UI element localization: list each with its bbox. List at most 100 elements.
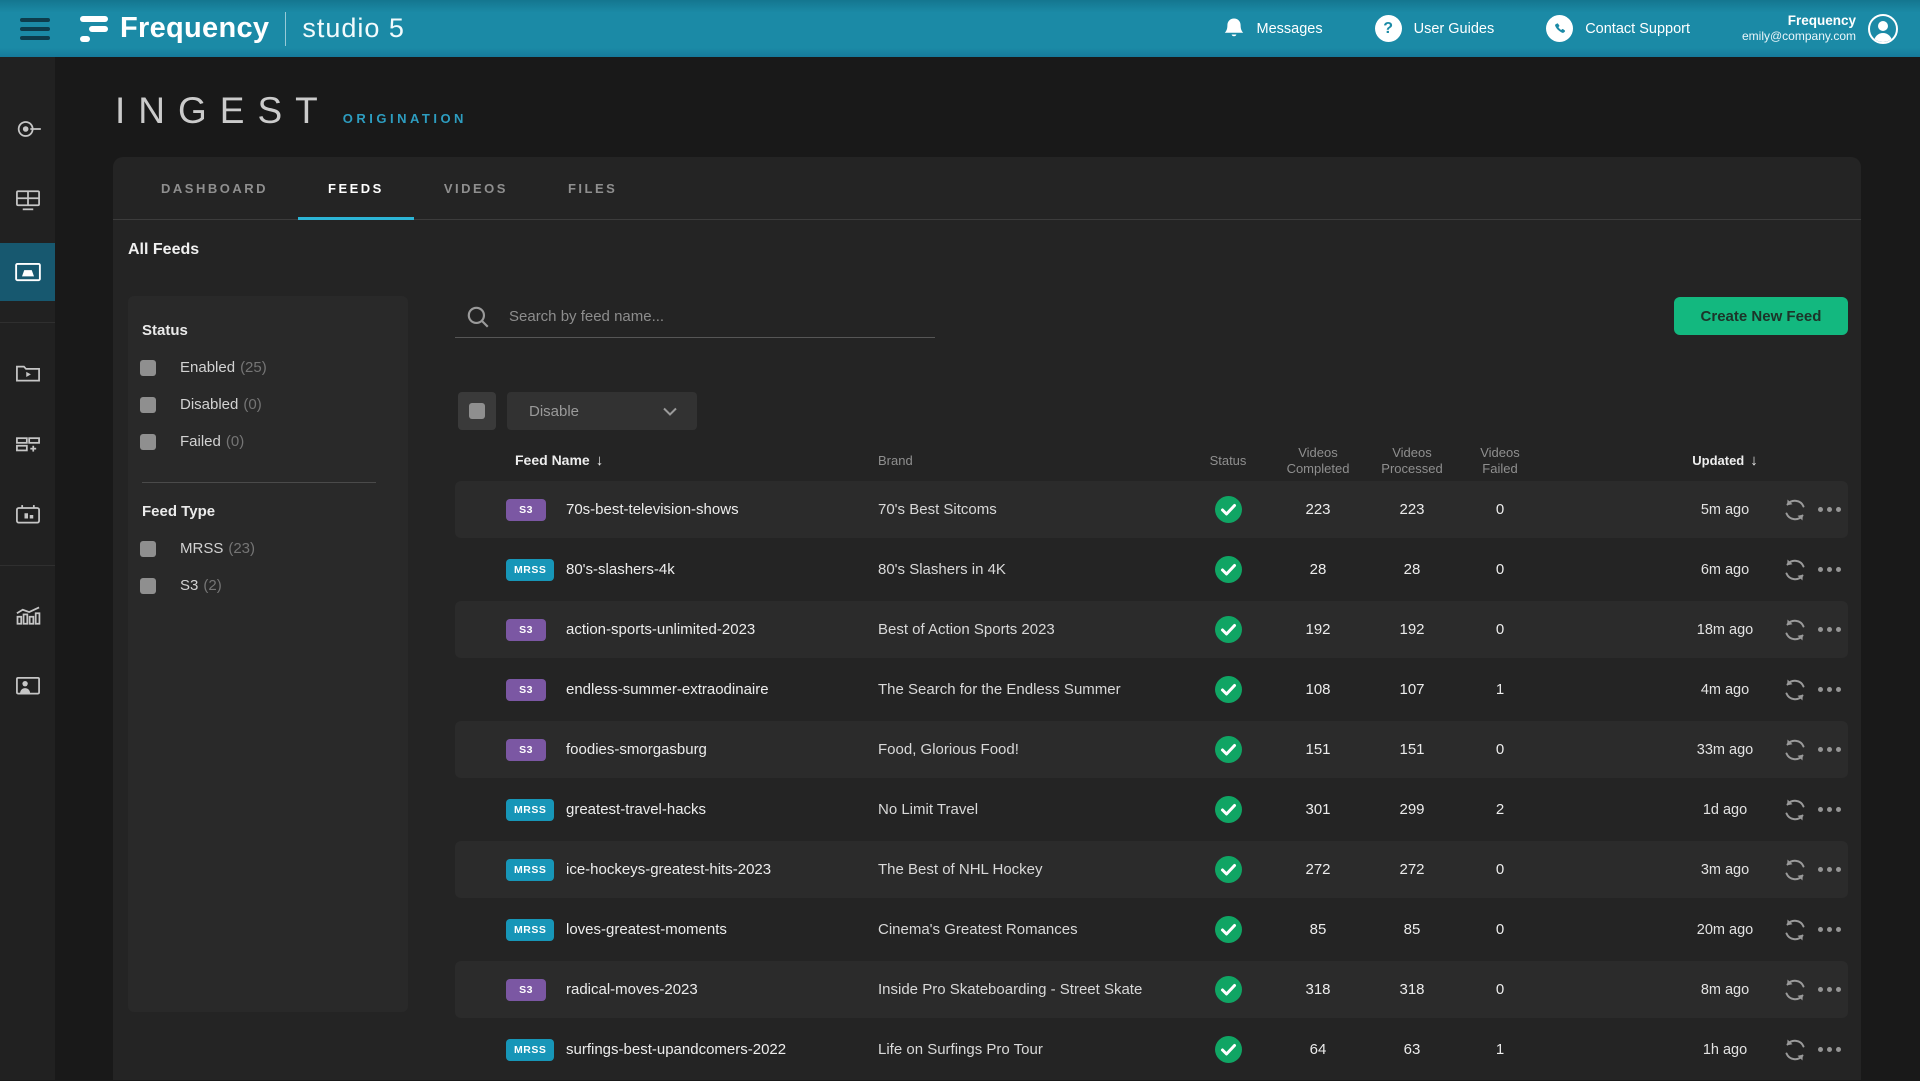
sidebar-item-video-library[interactable] — [0, 344, 55, 402]
feed-name[interactable]: ice-hockeys-greatest-hits-2023 — [566, 861, 878, 878]
sidebar-item-analytics[interactable] — [0, 586, 55, 644]
table-row[interactable]: S3 endless-summer-extraodinaire The Sear… — [455, 661, 1848, 718]
column-header-brand[interactable]: Brand — [878, 453, 1188, 468]
filter-label: Disabled — [180, 396, 238, 413]
contact-support-button[interactable]: Contact Support — [1546, 15, 1690, 42]
column-header-videos-processed[interactable]: VideosProcessed — [1368, 445, 1456, 477]
refresh-feed-button[interactable] — [1780, 555, 1810, 585]
messages-button[interactable]: Messages — [1223, 17, 1323, 41]
refresh-feed-button[interactable] — [1780, 795, 1810, 825]
ellipsis-icon — [1818, 747, 1841, 752]
user-guides-label: User Guides — [1414, 21, 1495, 37]
column-header-videos-failed[interactable]: VideosFailed — [1456, 445, 1544, 477]
sidebar-item-multiview[interactable] — [0, 171, 55, 229]
filter-label: Failed — [180, 433, 221, 450]
checkbox-icon[interactable] — [140, 541, 156, 557]
sidebar-item-ingest[interactable] — [0, 243, 55, 301]
updated-value: 1d ago — [1670, 802, 1780, 818]
bulk-action-dropdown[interactable]: Disable — [507, 392, 697, 430]
filter-label: Enabled — [180, 359, 235, 376]
row-menu-button[interactable] — [1810, 687, 1848, 692]
row-menu-button[interactable] — [1810, 567, 1848, 572]
select-all-checkbox[interactable] — [458, 392, 496, 430]
checkbox-icon[interactable] — [140, 360, 156, 376]
row-menu-button[interactable] — [1810, 927, 1848, 932]
refresh-feed-button[interactable] — [1780, 1035, 1810, 1065]
search-bar[interactable] — [455, 296, 935, 338]
refresh-feed-button[interactable] — [1780, 975, 1810, 1005]
ellipsis-icon — [1818, 867, 1841, 872]
row-menu-button[interactable] — [1810, 747, 1848, 752]
row-menu-button[interactable] — [1810, 807, 1848, 812]
filter-option-failed[interactable]: Failed(0) — [140, 423, 396, 460]
sidebar-item-discover[interactable] — [0, 100, 55, 158]
filter-count: (0) — [243, 396, 261, 413]
row-menu-button[interactable] — [1810, 507, 1848, 512]
status-enabled-icon — [1214, 915, 1243, 944]
tab-feeds[interactable]: FEEDS — [298, 157, 414, 219]
sort-desc-icon: ↓ — [596, 452, 604, 469]
table-row[interactable]: MRSS greatest-travel-hacks No Limit Trav… — [455, 781, 1848, 838]
table-row[interactable]: S3 action-sports-unlimited-2023 Best of … — [455, 601, 1848, 658]
feed-name[interactable]: 80's-slashers-4k — [566, 561, 878, 578]
table-row[interactable]: S3 radical-moves-2023 Inside Pro Skatebo… — [455, 961, 1848, 1018]
refresh-feed-button[interactable] — [1780, 495, 1810, 525]
row-menu-button[interactable] — [1810, 1047, 1848, 1052]
feed-name[interactable]: greatest-travel-hacks — [566, 801, 878, 818]
table-row[interactable]: S3 foodies-smorgasburg Food, Glorious Fo… — [455, 721, 1848, 778]
column-header-updated[interactable]: Updated↓ — [1670, 452, 1780, 469]
feed-name[interactable]: radical-moves-2023 — [566, 981, 878, 998]
tab-files[interactable]: FILES — [538, 157, 647, 219]
page-subtitle: ORIGINATION — [343, 111, 467, 126]
table-row[interactable]: MRSS loves-greatest-moments Cinema's Gre… — [455, 901, 1848, 958]
table-row[interactable]: MRSS 80's-slashers-4k 80's Slashers in 4… — [455, 541, 1848, 598]
avatar-icon[interactable] — [1868, 14, 1898, 44]
sidebar-item-collections[interactable] — [0, 415, 55, 473]
videos-failed-value: 0 — [1456, 741, 1544, 758]
table-row[interactable]: S3 70s-best-television-shows 70's Best S… — [455, 481, 1848, 538]
table-row[interactable]: MRSS ice-hockeys-greatest-hits-2023 The … — [455, 841, 1848, 898]
sidebar-item-account[interactable] — [0, 657, 55, 715]
feed-name[interactable]: action-sports-unlimited-2023 — [566, 621, 878, 638]
search-icon — [465, 304, 491, 330]
filter-option-enabled[interactable]: Enabled(25) — [140, 349, 396, 386]
sidebar-item-schedule[interactable] — [0, 486, 55, 544]
checkbox-icon[interactable] — [140, 397, 156, 413]
videos-completed-value: 272 — [1268, 861, 1368, 878]
ellipsis-icon — [1818, 507, 1841, 512]
column-header-feed-name[interactable]: Feed Name↓ — [506, 452, 878, 469]
table-row[interactable]: MRSS surfings-best-upandcomers-2022 Life… — [455, 1021, 1848, 1078]
user-menu[interactable]: Frequency emily@company.com — [1742, 13, 1898, 45]
feed-name[interactable]: 70s-best-television-shows — [566, 501, 878, 518]
feed-name[interactable]: loves-greatest-moments — [566, 921, 878, 938]
checkbox-icon[interactable] — [140, 578, 156, 594]
refresh-feed-button[interactable] — [1780, 615, 1810, 645]
refresh-feed-button[interactable] — [1780, 915, 1810, 945]
filter-option-disabled[interactable]: Disabled (0) — [140, 386, 396, 423]
videos-failed-value: 0 — [1456, 921, 1544, 938]
hamburger-menu-icon[interactable] — [20, 18, 50, 40]
search-input[interactable] — [509, 308, 889, 325]
feed-name[interactable]: endless-summer-extraodinaire — [566, 681, 878, 698]
tab-videos[interactable]: VIDEOS — [414, 157, 538, 219]
refresh-feed-button[interactable] — [1780, 675, 1810, 705]
refresh-icon — [1780, 495, 1810, 525]
filter-panel: Status Enabled(25) Disabled(0) Failed(0)… — [128, 296, 408, 1012]
column-header-status[interactable]: Status — [1188, 453, 1268, 468]
row-menu-button[interactable] — [1810, 867, 1848, 872]
column-header-videos-completed[interactable]: VideosCompleted — [1268, 445, 1368, 477]
filter-option-mrss[interactable]: MRSS(23) — [140, 530, 396, 567]
feed-name[interactable]: foodies-smorgasburg — [566, 741, 878, 758]
row-menu-button[interactable] — [1810, 627, 1848, 632]
checkbox-icon[interactable] — [140, 434, 156, 450]
user-guides-button[interactable]: ? User Guides — [1375, 15, 1495, 42]
refresh-feed-button[interactable] — [1780, 735, 1810, 765]
filter-option-s3[interactable]: S3(2) — [140, 567, 396, 604]
tab-dashboard[interactable]: DASHBOARD — [131, 157, 298, 219]
refresh-feed-button[interactable] — [1780, 855, 1810, 885]
feed-type-badge: S3 — [506, 739, 546, 761]
feed-type-badge: S3 — [506, 679, 546, 701]
create-new-feed-button[interactable]: Create New Feed — [1674, 297, 1848, 335]
feed-name[interactable]: surfings-best-upandcomers-2022 — [566, 1041, 878, 1058]
row-menu-button[interactable] — [1810, 987, 1848, 992]
